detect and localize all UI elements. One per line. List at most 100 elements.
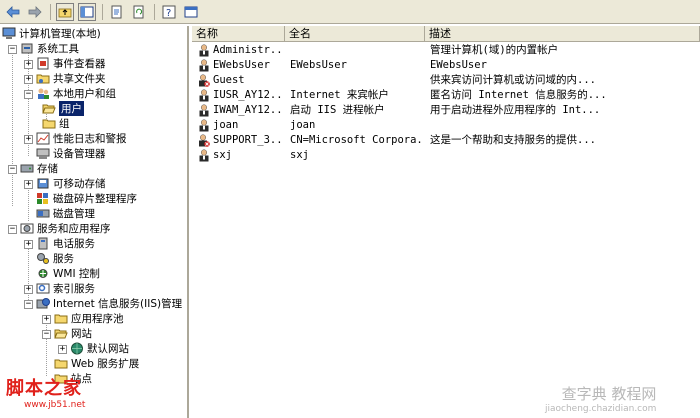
toolbar-separator [102,3,103,20]
globe-icon [71,342,83,355]
defrag-icon [37,193,48,204]
watermark-jb51: 脚本之家 www.jb51.net [6,374,85,410]
refresh-icon[interactable] [130,3,148,21]
tree-item-shared-folders[interactable]: 共享文件夹 [36,71,106,86]
tree-item-iis[interactable]: Internet 信息服务(IIS)管理 [36,296,182,311]
tree-item-label: 事件查看器 [53,58,106,70]
tree-item-label: 服务 [53,253,74,265]
tree-connector [12,49,13,206]
device-manager-icon [36,148,50,159]
column-header-name[interactable]: 名称 [192,26,285,42]
forward-arrow-icon[interactable] [26,3,44,21]
watermark-title: 脚本之家 [6,378,82,399]
tree-item-event-viewer[interactable]: 事件查看器 [36,56,106,71]
tree-item-web-ext[interactable]: Web 服务扩展 [54,356,139,371]
collapse-icon[interactable]: − [24,300,33,309]
collapse-icon[interactable]: − [8,45,17,54]
up-folder-icon[interactable] [56,2,74,21]
tree-item-disk-mgmt[interactable]: 磁盘管理 [36,206,95,221]
tree-item-services[interactable]: 服务 [36,251,74,266]
tree-item-groups[interactable]: 组 [42,116,70,131]
expand-icon[interactable]: + [24,240,33,249]
cell-name: Administr... [213,44,285,56]
help-icon[interactable]: ? [160,3,178,21]
tree-item-label: 用户 [59,101,84,116]
cell-fullname: CN=Microsoft Corpora... [290,134,424,146]
tree-item-defrag[interactable]: 磁盘碎片整理程序 [36,191,137,206]
tree-item-telephony[interactable]: 电话服务 [36,236,95,251]
table-row[interactable]: Guest 供来宾访问计算机或访问域的内... [192,73,700,88]
expand-icon[interactable]: + [24,285,33,294]
expand-icon[interactable]: + [42,315,51,324]
cell-description: 匿名访问 Internet 信息服务的... [430,89,607,101]
tree-item-websites[interactable]: 网站 [54,326,92,341]
cell-description: 供来宾访问计算机或访问域的内... [430,74,596,86]
table-row[interactable]: EWebsUser EWebsUser EWebsUser [192,58,700,73]
cell-description: 管理计算机(域)的内置帐户 [430,44,559,56]
tree-item-perf-logs[interactable]: 性能日志和警报 [36,131,127,146]
toolbar-separator [154,3,155,20]
table-row[interactable]: IWAM_AY12... 启动 IIS 进程帐户 用于启动进程外应用程序的 Int.… [192,103,700,118]
tree-item-removable-storage[interactable]: 可移动存储 [36,176,106,191]
table-row[interactable]: Administr... 管理计算机(域)的内置帐户 [192,43,700,58]
back-arrow-icon[interactable] [4,3,22,21]
table-row[interactable]: IUSR_AY12... Internet 来宾帐户 匿名访问 Internet 信… [192,88,700,103]
user-disabled-icon [199,134,210,147]
users-group-icon [38,88,49,99]
user-icon [199,89,209,102]
expand-icon[interactable]: + [24,60,33,69]
tree-item-indexing[interactable]: 索引服务 [36,281,95,296]
tree-item-label: 系统工具 [37,43,79,55]
console-tree[interactable]: 计算机管理(本地) − 系统工具 + 事件查看器 + 共享文件夹 − 本地用户和… [0,26,189,418]
expand-icon[interactable]: + [24,75,33,84]
collapse-icon[interactable]: − [24,90,33,99]
tree-item-storage[interactable]: 存储 [20,161,58,176]
tree-item-label: 应用程序池 [71,313,124,325]
tree-item-label: 本地用户和组 [53,88,116,100]
tree-item-system-tools[interactable]: 系统工具 [20,41,79,56]
cell-description: EWebsUser [430,59,487,71]
tree-item-wmi[interactable]: WMI 控制 [36,266,100,281]
cell-fullname [290,73,424,88]
tree-item-label: 服务和应用程序 [37,223,111,235]
tree-item-local-users-groups[interactable]: 本地用户和组 [36,86,116,101]
cell-fullname: EWebsUser [290,59,347,71]
cell-name: Guest [213,74,245,86]
watermark-title: 查字典 教程网 [561,385,657,403]
folder-icon [54,359,68,369]
table-row[interactable]: sxj sxj [192,148,700,163]
expand-icon[interactable]: + [24,135,33,144]
collapse-icon[interactable]: − [42,330,51,339]
cell-fullname: Internet 来宾帐户 [290,89,389,101]
expand-icon[interactable]: + [24,180,33,189]
toolbar: ? [0,0,700,24]
cell-name: SUPPORT_3... [213,134,285,146]
properties-icon[interactable] [182,3,200,21]
folder-open-icon [42,104,56,114]
tree-item-device-manager[interactable]: 设备管理器 [36,146,106,161]
tree-item-services-apps[interactable]: 服务和应用程序 [20,221,111,236]
expand-icon[interactable]: + [58,345,67,354]
tree-item-default-site[interactable]: 默认网站 [70,341,129,356]
indexing-icon [36,283,50,294]
cell-name: EWebsUser [213,59,270,71]
tree-root[interactable]: 计算机管理(本地) [2,26,101,41]
export-list-icon[interactable] [108,3,126,21]
column-header-fullname[interactable]: 全名 [285,26,425,42]
collapse-icon[interactable]: − [8,165,17,174]
iis-manager-icon [36,298,50,309]
column-header-description[interactable]: 描述 [425,26,700,42]
tree-item-label: 电话服务 [53,238,95,250]
watermark-url: jiaocheng.chazidian.com [545,404,657,414]
user-icon [199,44,209,57]
tree-item-label: 磁盘碎片整理程序 [53,193,137,205]
folder-icon [54,314,68,324]
tree-item-app-pools[interactable]: 应用程序池 [54,311,124,326]
gear-icon [37,253,49,264]
show-hide-tree-icon[interactable] [78,2,96,21]
tree-item-users[interactable]: 用户 [42,101,84,116]
collapse-icon[interactable]: − [8,225,17,234]
table-row[interactable]: SUPPORT_3... CN=Microsoft Corpora... 这是一个帮… [192,133,700,148]
user-list[interactable]: 名称 全名 描述 Administr... 管理计算机(域)的内置帐户 EWebsU… [192,26,700,418]
table-row[interactable]: joan joan [192,118,700,133]
